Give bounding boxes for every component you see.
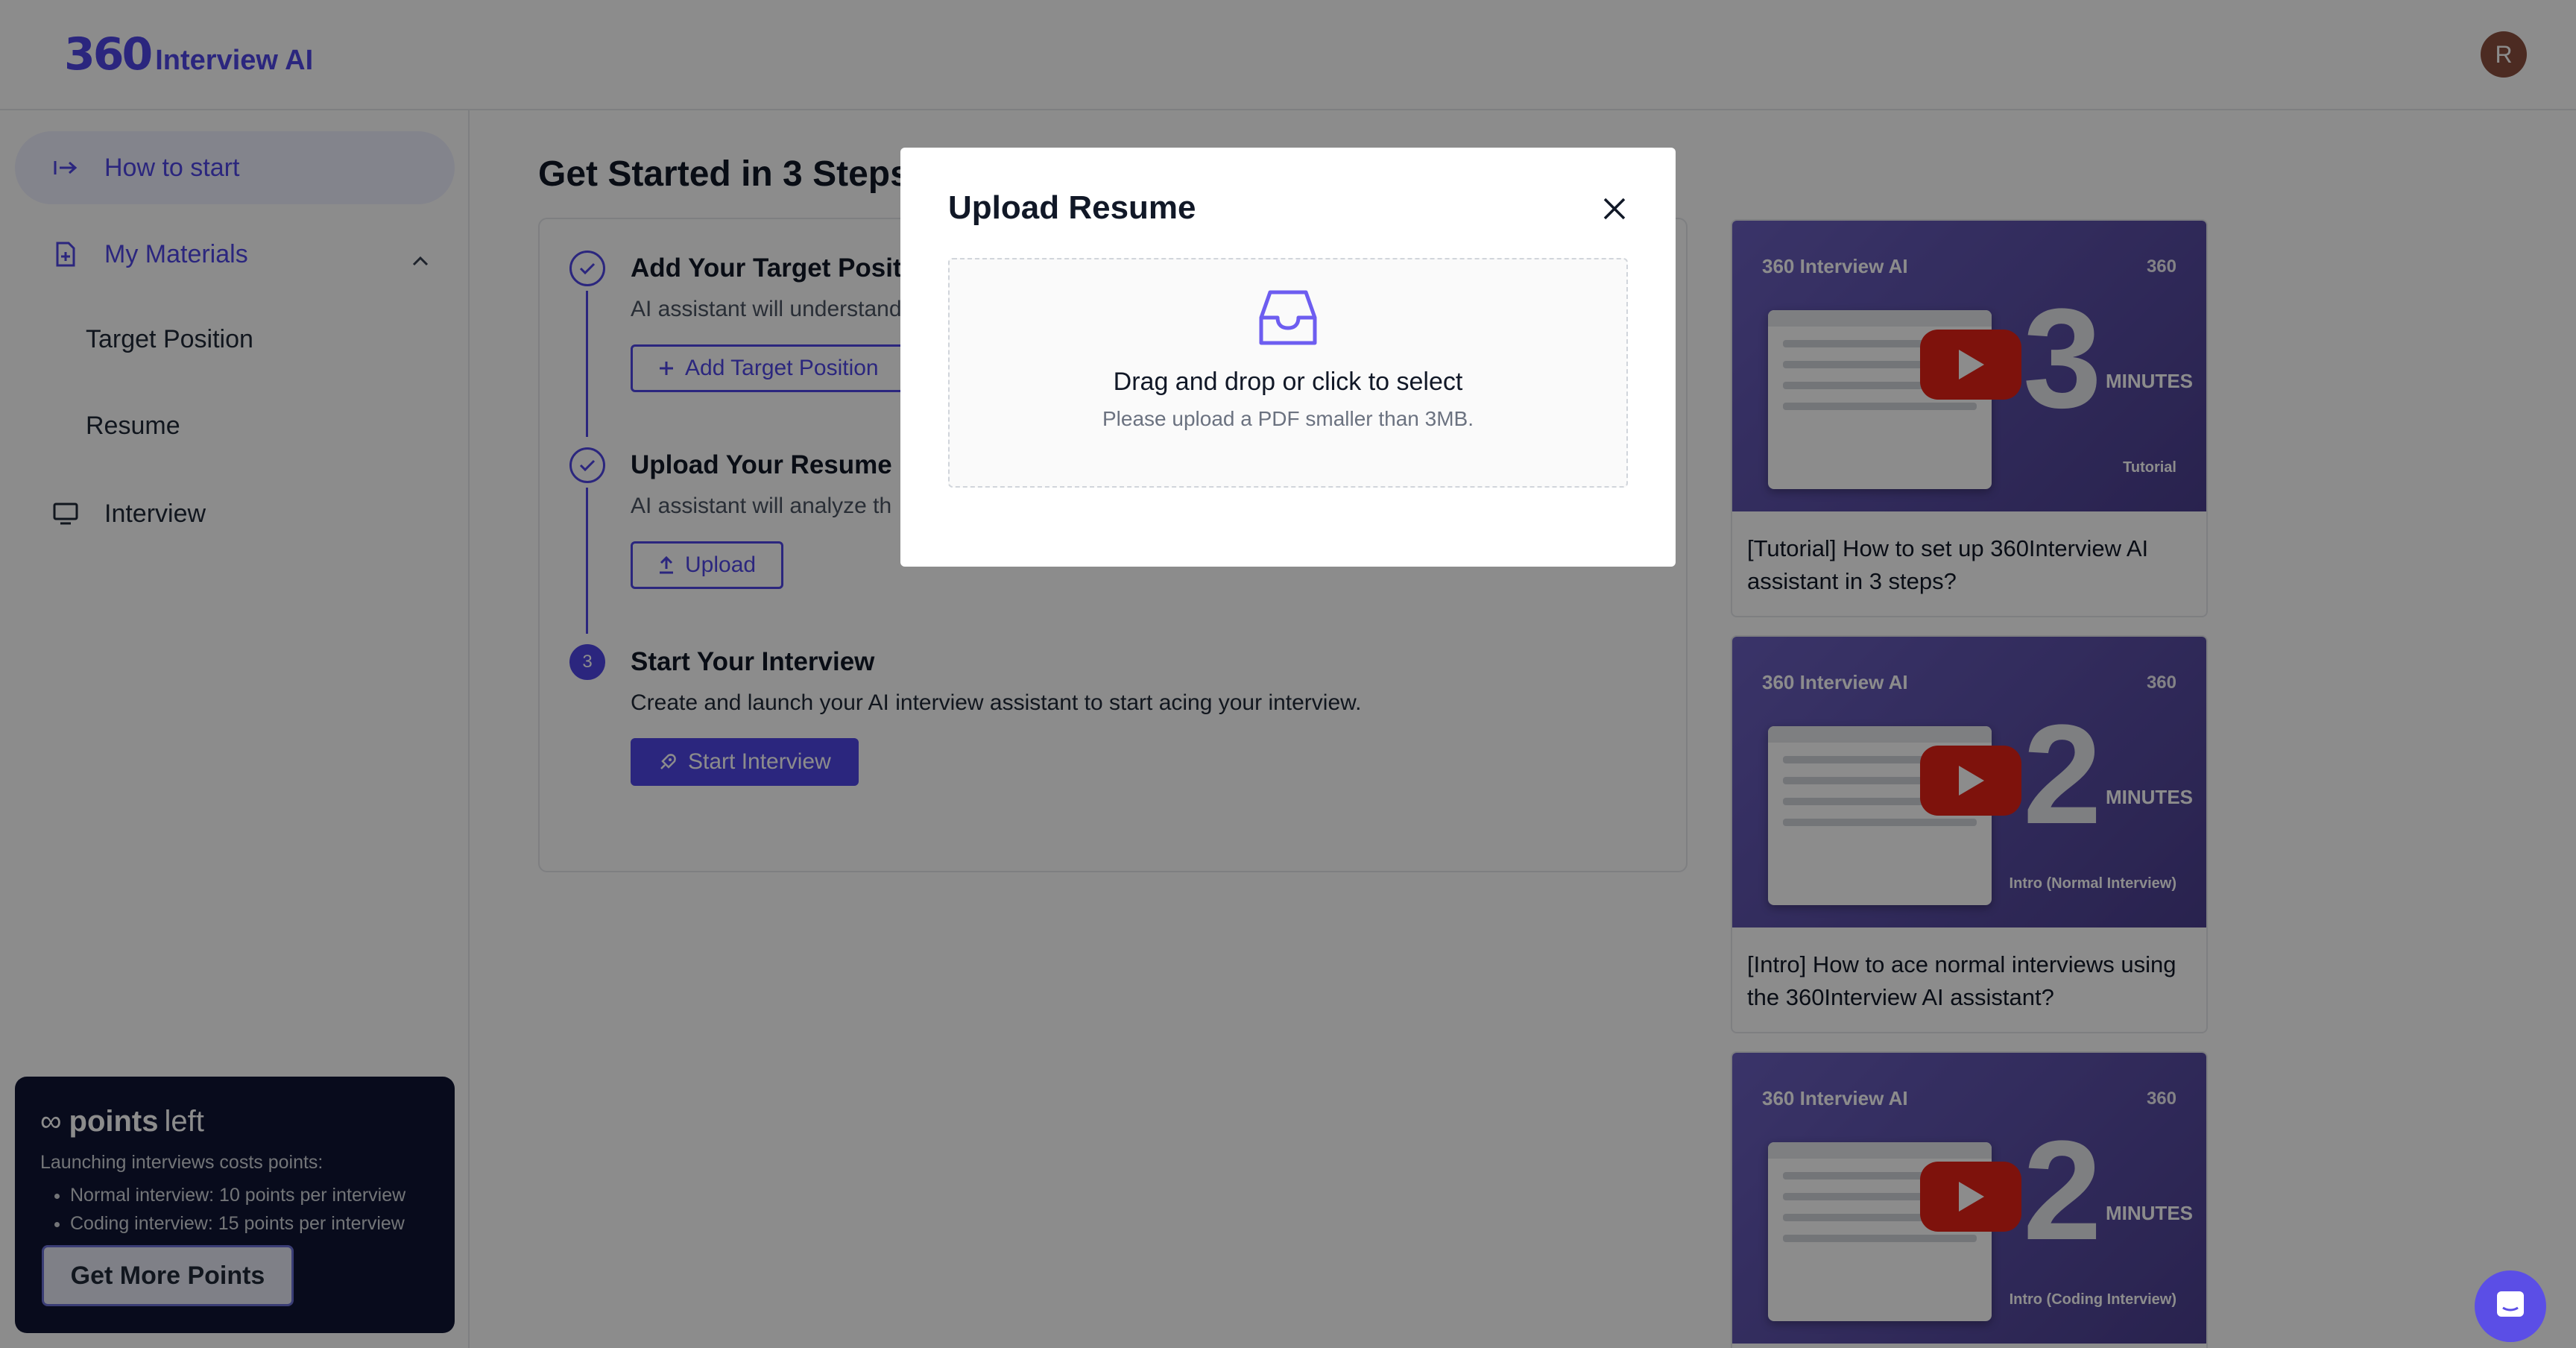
app-page: 360 Interview AI R How to start My Mater…: [0, 0, 2576, 1348]
chat-launcher-button[interactable]: [2475, 1270, 2546, 1342]
modal-title: Upload Resume: [948, 189, 1196, 226]
upload-resume-modal: Upload Resume Drag and drop or click to …: [900, 148, 1676, 567]
dropzone-hint: Please upload a PDF smaller than 3MB.: [1102, 407, 1474, 430]
close-icon[interactable]: [1598, 192, 1631, 225]
inbox-icon: [1258, 289, 1318, 350]
chat-icon: [2493, 1287, 2528, 1326]
dropzone-title: Drag and drop or click to select: [1113, 368, 1463, 396]
file-dropzone[interactable]: Drag and drop or click to select Please …: [948, 258, 1628, 488]
